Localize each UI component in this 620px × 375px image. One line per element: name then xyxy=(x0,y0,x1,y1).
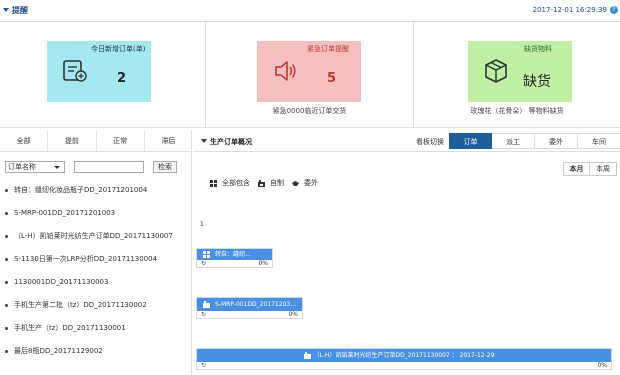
header-datetime: 2017-12-01 16:29:39 xyxy=(532,6,607,14)
tab-all[interactable]: 全部 xyxy=(0,130,49,151)
tab-workshop[interactable]: 车间 xyxy=(578,133,620,149)
order-item[interactable]: 转自：缝纫化妆品瓶子DD_20171201004 xyxy=(5,184,190,207)
order-list-panel: 全部 提前 正常 滞后 订单名称 检索 转自：缝纫化妆品瓶子DD_2017120… xyxy=(0,130,192,375)
gantt-percent: 0% xyxy=(597,362,607,369)
gantt-item[interactable]: 转自：缝纫… ↻ 0% xyxy=(196,248,273,268)
legend-all[interactable]: 全部包含 xyxy=(210,178,250,188)
summary-cards: 今日新增订单(单) 2 紧急订单提醒 5 紧急0000临近订单交货 缺货物料 缺… xyxy=(0,22,620,128)
urgent-orders-label: 紧急订单提醒 xyxy=(307,45,349,53)
handshake-icon xyxy=(292,180,299,186)
gantt-label: 转自：缝纫… xyxy=(215,251,252,258)
filter-select-value: 订单名称 xyxy=(8,163,36,171)
gantt-item[interactable]: （L-H）凯铂莱时光纺生产订单DD_20171130007 ： 2017-12-… xyxy=(196,348,612,370)
help-icon[interactable]: ? xyxy=(610,6,618,14)
box-icon xyxy=(485,59,507,83)
gantt-footer: ↻ 0% xyxy=(197,260,272,268)
production-overview-panel: 生产订单概况 看板切换 订单 派工 委外 车间 本月 本周 全部包含 自制 委外… xyxy=(193,130,620,375)
period-tabs: 本月 本周 xyxy=(563,162,617,176)
gantt-bar: 转自：缝纫… xyxy=(197,249,272,260)
gantt-bar: （L-H）凯铂莱时光纺生产订单DD_20171130007 ： 2017-12-… xyxy=(197,349,611,362)
filter-select[interactable]: 订单名称 xyxy=(5,161,65,173)
collapse-triangle-icon[interactable] xyxy=(3,8,9,12)
grid-icon xyxy=(203,251,210,258)
legend-outsource[interactable]: 委外 xyxy=(292,178,318,188)
reminder-header: 提醒 2017-12-01 16:29:39 ? xyxy=(0,0,620,22)
order-item[interactable]: S-1130日第一次LRP分析DD_20171130004 xyxy=(5,253,190,276)
urgent-orders-sub: 紧急0000临近订单交货 xyxy=(272,107,347,115)
shortage-tile[interactable]: 缺货物料 缺货 xyxy=(468,41,572,102)
search-input[interactable] xyxy=(74,161,144,173)
factory-icon xyxy=(203,301,210,308)
header-title: 提醒 xyxy=(12,6,28,15)
order-add-icon xyxy=(63,60,87,82)
gantt-label: S-MRP-001DD_20171203… xyxy=(215,301,297,308)
speaker-icon xyxy=(275,61,296,81)
card-urgent-orders: 紧急订单提醒 5 紧急0000临近订单交货 xyxy=(206,22,414,128)
urgent-orders-tile[interactable]: 紧急订单提醒 5 xyxy=(257,41,361,102)
order-item[interactable]: S-MRP-001DD_20171201003 xyxy=(5,207,190,230)
gantt-bar: S-MRP-001DD_20171203… xyxy=(197,298,302,311)
refresh-icon[interactable]: ↻ xyxy=(201,260,206,268)
tab-dispatch[interactable]: 派工 xyxy=(492,133,535,149)
tab-late[interactable]: 滞后 xyxy=(145,130,192,151)
order-item[interactable]: 手机生产（tz）DD_20171130001 xyxy=(5,322,190,345)
factory-icon xyxy=(258,179,265,187)
legend-self-made-label: 自制 xyxy=(270,179,284,187)
gantt-percent: 0% xyxy=(258,260,268,267)
gantt-footer: ↻ 0% xyxy=(197,311,302,319)
board-switch-label: 看板切换 xyxy=(416,138,444,146)
legend-all-label: 全部包含 xyxy=(222,179,250,187)
order-list: 转自：缝纫化妆品瓶子DD_20171201004 S-MRP-001DD_201… xyxy=(5,184,190,368)
gantt-footer: ↻ 0% xyxy=(197,362,611,370)
legend-outsource-label: 委外 xyxy=(304,179,318,187)
tab-this-week[interactable]: 本周 xyxy=(590,162,617,176)
shortage-label: 缺货物料 xyxy=(524,45,552,53)
row-marker: 1 xyxy=(200,221,204,228)
shortage-sub: 玫瑰花（花骨朵） 等物料缺货 xyxy=(470,107,564,115)
gantt-label: （L-H）凯铂莱时光纺生产订单DD_20171130007 ： 2017-12-… xyxy=(313,352,495,359)
new-orders-value: 2 xyxy=(117,71,127,86)
legend: 全部包含 自制 委外 xyxy=(210,178,326,188)
tab-this-month[interactable]: 本月 xyxy=(563,162,590,176)
tab-orders[interactable]: 订单 xyxy=(449,133,492,149)
shortage-value: 缺货 xyxy=(523,74,551,90)
urgent-orders-value: 5 xyxy=(327,71,337,86)
card-shortage: 缺货物料 缺货 玫瑰花（花骨朵） 等物料缺货 xyxy=(414,22,620,128)
gantt-item[interactable]: S-MRP-001DD_20171203… ↻ 0% xyxy=(196,297,303,319)
gantt-percent: 0% xyxy=(288,311,298,318)
order-item[interactable]: 最后8瓶DD_20171129002 xyxy=(5,345,190,368)
new-orders-tile[interactable]: 今日新增订单(单) 2 xyxy=(47,41,151,102)
collapse-triangle-icon[interactable] xyxy=(201,139,207,143)
new-orders-label: 今日新增订单(单) xyxy=(91,45,146,53)
tab-outsource[interactable]: 委外 xyxy=(535,133,578,149)
order-item[interactable]: 1130001DD_20171130003 xyxy=(5,276,190,299)
chevron-down-icon xyxy=(54,166,60,169)
tab-ahead[interactable]: 提前 xyxy=(48,130,97,151)
factory-icon xyxy=(304,352,311,359)
tab-normal[interactable]: 正常 xyxy=(97,130,145,151)
progress-tabs: 全部 提前 正常 滞后 xyxy=(0,130,192,152)
search-button[interactable]: 检索 xyxy=(153,161,177,173)
card-new-orders: 今日新增订单(单) 2 xyxy=(0,22,206,128)
legend-self-made[interactable]: 自制 xyxy=(258,178,284,188)
refresh-icon[interactable]: ↻ xyxy=(201,362,206,370)
view-tabs: 订单 派工 委外 车间 xyxy=(449,133,620,149)
grid-icon xyxy=(210,179,217,187)
overview-header: 生产订单概况 看板切换 订单 派工 委外 车间 xyxy=(193,130,620,152)
order-item[interactable]: 手机生产第二批（tz）DD_20171130002 xyxy=(5,299,190,322)
overview-title: 生产订单概况 xyxy=(210,138,252,146)
order-item[interactable]: （L-H）凯铂莱时光纺生产订单DD_20171130007 xyxy=(5,230,190,253)
refresh-icon[interactable]: ↻ xyxy=(201,311,206,319)
